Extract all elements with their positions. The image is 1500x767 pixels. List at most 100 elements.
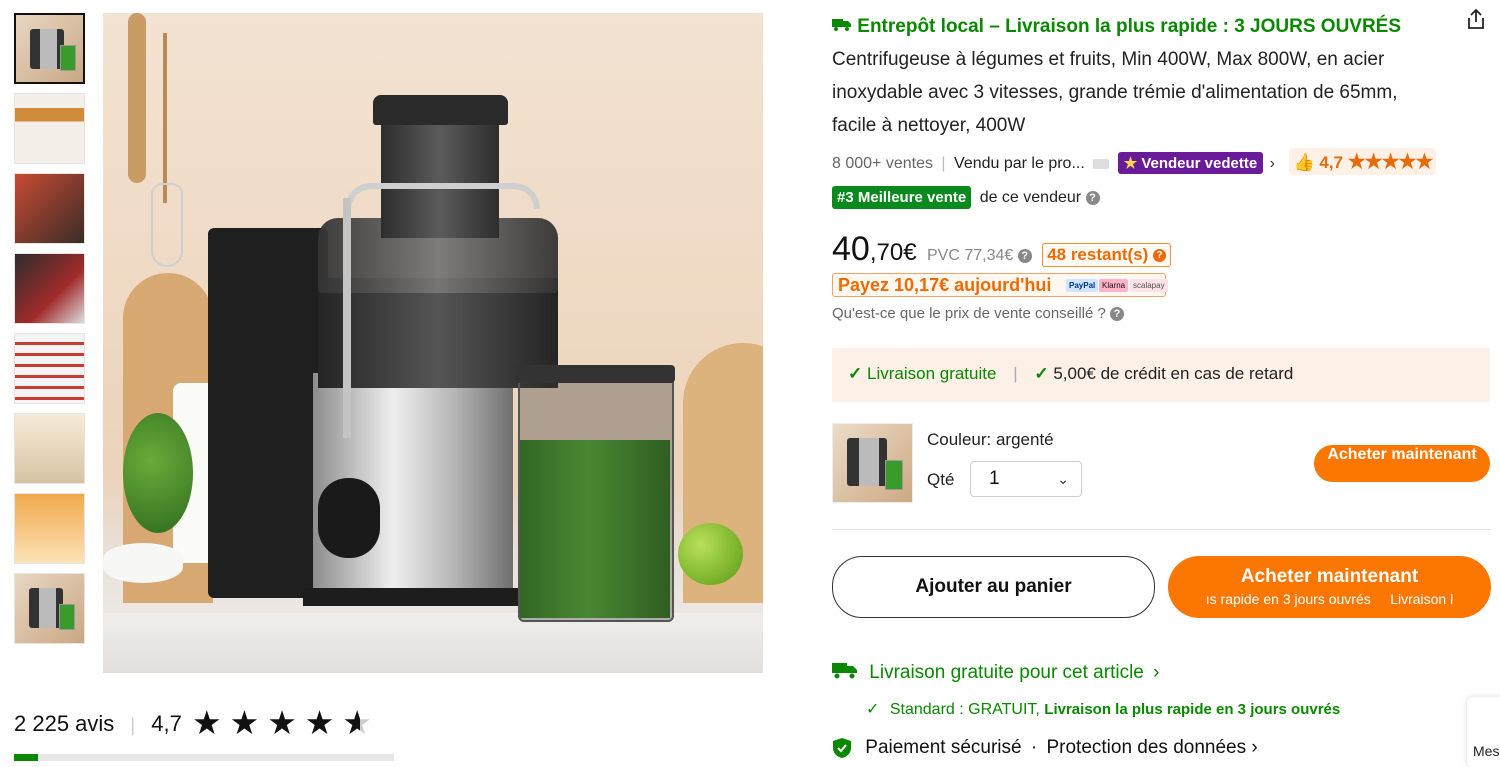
thumbnail-7[interactable] — [14, 493, 85, 564]
thumbnail-8[interactable] — [14, 573, 85, 644]
plates — [103, 543, 183, 583]
secure-payment-row[interactable]: Paiement sécurisé · Protection des donné… — [832, 737, 1258, 759]
buy-now-small-button[interactable]: Acheter maintenant — [1314, 445, 1490, 482]
band-separator: | — [1013, 364, 1018, 383]
featured-seller-badge[interactable]: ★ Vendeur vedette — [1117, 152, 1264, 174]
best-seller-suffix: de ce vendeur — [979, 189, 1082, 206]
juicer-base — [303, 588, 523, 606]
installment-label: Payez 10,17€ aujourd'hui — [838, 275, 1052, 295]
review-progress-bar — [14, 754, 394, 761]
check-icon: ✓ — [848, 364, 863, 383]
chevron-right-icon[interactable]: › — [1270, 155, 1275, 172]
star-icon: ★ — [304, 704, 335, 741]
seller-name[interactable]: Vendu par le pro... — [954, 155, 1085, 172]
thumbs-up-icon: 👍 — [1293, 153, 1315, 172]
store-rating-box[interactable]: 👍 4,7 ★★★★★ — [1289, 148, 1437, 175]
late-credit-label: 5,00€ de crédit en cas de retard — [1053, 364, 1294, 383]
buy-now-label: Acheter maintenant — [1240, 566, 1419, 587]
paypal-logo: PayPal — [1066, 279, 1099, 292]
standard-shipping-row: ✓ Standard : GRATUIT, Livraison la plus … — [866, 699, 1340, 719]
messages-side-tab[interactable]: Mes — [1467, 697, 1500, 767]
store-rating: 4,7 — [1319, 153, 1343, 172]
half-star-icon: ★ — [342, 704, 372, 741]
whisk-head — [151, 183, 183, 267]
main-product-image[interactable] — [103, 13, 763, 673]
buy-now-sub: ıs rapide en 3 jours ouvrés Livraison l — [1205, 591, 1454, 607]
thumbnail-2[interactable] — [14, 93, 85, 164]
thumbnail-1[interactable] — [14, 13, 85, 84]
stock-badge: 48 restant(s) ? — [1042, 243, 1172, 267]
delivery-band-content: ✓ Livraison gratuite | ✓ 5,00€ de crédit… — [848, 364, 1293, 384]
thumbnail-image — [29, 588, 63, 628]
pvc-question: Qu'est-ce que le prix de vente conseillé… — [832, 305, 1106, 322]
product-title-text: Centrifugeuse à légumes et fruits, Min 4… — [832, 49, 1398, 137]
reviews-count: 2 225 avis — [14, 711, 115, 736]
thumbnail-list — [14, 13, 87, 653]
plant — [123, 413, 193, 533]
price-row: 40,70€ PVC 77,34€ ? 48 restant(s) ? — [832, 230, 1172, 269]
help-icon[interactable]: ? — [1085, 190, 1100, 205]
juicer-chute — [381, 123, 499, 238]
star-icon: ★ — [192, 704, 222, 741]
data-protection-label: Protection des données — [1046, 737, 1247, 759]
juice-jug-lid — [515, 365, 675, 383]
star-icon: ★★★★★ — [1347, 151, 1434, 173]
product-title: Entrepôt local – Livraison la plus rapid… — [832, 10, 1432, 142]
star-icon: ★ — [267, 704, 297, 741]
color-label[interactable]: Couleur: argenté — [927, 430, 1054, 450]
check-icon: ✓ — [1034, 364, 1049, 383]
lime — [678, 523, 743, 585]
thumbnail-6[interactable] — [14, 413, 85, 484]
check-icon: ✓ — [866, 701, 880, 718]
quantity-select[interactable]: 1 ⌄ — [970, 461, 1082, 497]
featured-seller-label: Vendeur vedette — [1141, 155, 1258, 172]
juicer-lock-arm — [345, 183, 540, 209]
fast-shipping-label: Livraison la plus rapide en 3 jours ouvr… — [1044, 701, 1341, 718]
star-icon: ★ — [229, 704, 260, 741]
installment-box[interactable]: Payez 10,17€ aujourd'hui PayPal Klarna s… — [832, 273, 1168, 297]
free-delivery-label: Livraison gratuite — [866, 364, 997, 383]
help-icon[interactable]: ? — [1017, 248, 1032, 263]
dot-separator: · — [1030, 737, 1038, 759]
pvc-price: PVC 77,34€ — [927, 247, 1014, 264]
seller-separator: | — [941, 155, 946, 172]
share-icon[interactable] — [1465, 8, 1487, 30]
qty-label: Qté — [927, 470, 955, 489]
review-progress-fill — [14, 754, 38, 761]
star-badge-icon: ★ — [1123, 155, 1138, 172]
juicer-pusher — [373, 95, 508, 125]
help-icon: ? — [1110, 307, 1125, 322]
chevron-right-icon: › — [1153, 662, 1160, 684]
stock-label: 48 restant(s) — [1047, 245, 1149, 264]
free-shipping-row[interactable]: Livraison gratuite pour cet article › — [832, 660, 1159, 686]
thumbnail-4[interactable] — [14, 253, 85, 324]
add-to-cart-button[interactable]: Ajouter au panier — [832, 556, 1155, 618]
counter-top — [103, 613, 763, 673]
thumbnail-3[interactable] — [14, 173, 85, 244]
price-whole: 40 — [832, 230, 870, 268]
reviews-summary[interactable]: 2 225 avis | 4,7 — [14, 711, 182, 737]
chevron-right-icon: › — [1251, 737, 1258, 759]
seller-row: 8 000+ ventes | Vendu par le pro... ★ Ve… — [832, 148, 1500, 175]
thumbnail-5[interactable] — [14, 333, 85, 404]
buy-now-button[interactable]: Acheter maintenant ıs rapide en 3 jours … — [1168, 556, 1491, 618]
whisk-handle — [163, 33, 167, 203]
free-shipping-label: Livraison gratuite pour cet article — [869, 662, 1144, 684]
thumbnail-image — [30, 29, 64, 69]
price-cents: ,70€ — [869, 239, 917, 266]
chevron-down-icon: ⌄ — [1057, 471, 1069, 487]
warehouse-label: Entrepôt local – Livraison la plus rapid… — [857, 16, 1402, 37]
variant-thumbnail[interactable] — [832, 423, 913, 503]
seller-logo — [1093, 158, 1110, 169]
secure-payment-label: Paiement sécurisé — [865, 737, 1022, 759]
pvc-question-row[interactable]: Qu'est-ce que le prix de vente conseillé… — [832, 305, 1125, 322]
standard-shipping-label: Standard : GRATUIT, — [889, 701, 1040, 718]
juicer-back — [208, 228, 328, 598]
quantity-value: 1 — [989, 468, 1000, 489]
help-icon[interactable]: ? — [1153, 249, 1167, 263]
wooden-spoon — [128, 13, 146, 183]
reviews-stars: ★ ★ ★ ★ ★ — [184, 703, 372, 742]
reviews-separator: | — [130, 715, 136, 735]
best-seller-row: #3 Meilleure vente de ce vendeur ? — [832, 186, 1100, 209]
messages-tab-label: Mes — [1473, 743, 1500, 759]
